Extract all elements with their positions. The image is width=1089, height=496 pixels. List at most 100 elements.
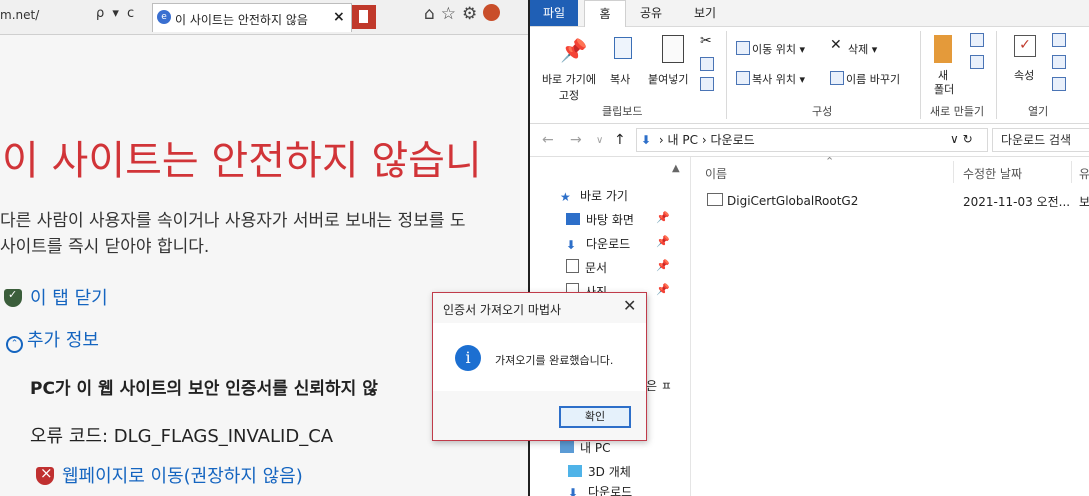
new-tab-button[interactable]: [352, 5, 376, 29]
organize-group-label: 구성: [812, 105, 833, 118]
nav-label: 다운로드: [586, 237, 631, 251]
delete-button[interactable]: 삭제 ▾: [848, 41, 877, 57]
up-arrow-icon[interactable]: ↑: [614, 132, 626, 148]
forward-arrow-icon[interactable]: →: [570, 132, 582, 148]
paste-shortcut-icon[interactable]: [700, 77, 714, 91]
downloads-icon: ⬇: [566, 238, 577, 252]
new-folder-label-2[interactable]: 폴더: [934, 81, 954, 97]
history-icon[interactable]: [1052, 77, 1066, 91]
ie-toolbar: m.net/ ρ ▾ c e 이 사이트는 안전하지 않음 × ⌂ ☆ ⚙: [0, 0, 528, 35]
nav-item-downloads[interactable]: ⬇ 다운로드: [566, 235, 630, 252]
back-arrow-icon[interactable]: ←: [542, 132, 554, 148]
tab-file[interactable]: 파일: [530, 0, 578, 26]
pin-icon: 📌: [560, 39, 588, 64]
address-bar: ← → ∨ ↑ ⬇ › 내 PC › 다운로드 ∨ ↻ 다운로드 검색: [530, 124, 1089, 157]
dialog-body: i 가져오기를 완료했습니다.: [433, 323, 646, 391]
close-tab-link[interactable]: 이 탭 닫기: [4, 284, 108, 310]
copy-path-icon[interactable]: [700, 57, 714, 71]
rename-button[interactable]: 이름 바꾸기: [846, 71, 900, 87]
column-name[interactable]: 이름: [705, 165, 727, 182]
star-icon[interactable]: ☆: [441, 4, 456, 24]
go-to-webpage-link[interactable]: 웹페이지로 이동(권장하지 않음): [36, 462, 303, 488]
more-info-link[interactable]: ⌃ 추가 정보: [6, 326, 99, 353]
pin-icon: 📌: [656, 259, 670, 272]
file-type: 보: [1079, 195, 1089, 209]
recent-dropdown-icon[interactable]: ∨: [596, 135, 603, 146]
file-list: ⌃ 이름 수정한 날짜 유 DigiCertGlobalRootG2 2021-…: [691, 155, 1089, 496]
copy-button[interactable]: 복사: [610, 71, 630, 87]
search-box[interactable]: 다운로드 검색: [992, 128, 1089, 152]
refresh-icon[interactable]: ∨ ↻: [950, 132, 973, 146]
tab-share[interactable]: 공유: [640, 4, 662, 21]
ok-button[interactable]: 확인: [559, 406, 631, 428]
nav-item-3d-objects[interactable]: 3D 개체: [568, 463, 631, 480]
dialog-message: 가져오기를 완료했습니다.: [495, 354, 614, 367]
copy-to-button[interactable]: 복사 위치 ▾: [752, 71, 805, 87]
info-icon: i: [455, 345, 481, 371]
nav-item-documents[interactable]: 문서: [566, 259, 607, 276]
new-item-icon[interactable]: [970, 33, 984, 47]
nav-item-downloads-2[interactable]: ⬇ 다운로드: [568, 483, 632, 496]
column-type[interactable]: 유: [1079, 165, 1089, 182]
pin-quick-access-button[interactable]: 바로 가기에 고정: [536, 71, 602, 103]
easy-access-icon[interactable]: [970, 55, 984, 69]
certificate-icon: [707, 193, 723, 206]
nav-label: 3D 개체: [588, 465, 631, 479]
tab-view[interactable]: 보기: [694, 4, 716, 21]
expand-circle-icon: ⌃: [6, 336, 23, 353]
browser-tab[interactable]: e 이 사이트는 안전하지 않음 ×: [152, 3, 352, 32]
edit-icon[interactable]: [1052, 55, 1066, 69]
ribbon: 📌 바로 가기에 고정 복사 붙여넣기 ✂ 클립보드 이동 위치 ▾ 복사 위치…: [530, 27, 1089, 124]
file-row[interactable]: DigiCertGlobalRootG2: [707, 193, 858, 208]
file-name: DigiCertGlobalRootG2: [727, 194, 859, 208]
scroll-up-icon[interactable]: ▲: [672, 163, 680, 174]
nav-item-quick-access[interactable]: ★ 바로 가기: [560, 187, 628, 204]
ribbon-tabs: 파일 홈 공유 보기: [530, 0, 1089, 27]
path-separator: ›: [658, 133, 664, 147]
nav-item-partial[interactable]: 은 ㅍ: [646, 377, 672, 394]
move-to-icon: [736, 41, 750, 55]
paste-button[interactable]: 붙여넣기: [648, 71, 688, 87]
error-code: 오류 코드: DLG_FLAGS_INVALID_CA: [30, 426, 334, 447]
computer-icon: [560, 441, 574, 453]
properties-button[interactable]: 속성: [1014, 67, 1034, 83]
shield-x-icon: [36, 464, 54, 485]
cube-icon: [568, 465, 582, 477]
certificate-warning: PC가 이 웹 사이트의 보안 인증서를 신뢰하지 않: [30, 379, 378, 399]
nav-item-desktop[interactable]: 바탕 화면: [566, 211, 634, 228]
documents-icon: [566, 259, 579, 273]
ie-favicon-icon: e: [157, 10, 171, 24]
nav-item-this-pc[interactable]: 내 PC: [560, 439, 610, 456]
warning-description: 다른 사람이 사용자를 속이거나 사용자가 서버로 보내는 정보를 도 사이트를…: [0, 208, 528, 260]
nav-label: 바탕 화면: [586, 213, 634, 227]
copy-to-icon: [736, 71, 750, 85]
tab-home[interactable]: 홈: [584, 0, 626, 27]
breadcrumb-this-pc[interactable]: 내 PC: [668, 133, 698, 147]
column-separator: [1071, 161, 1072, 183]
dialog-title: 인증서 가져오기 마법사: [443, 303, 562, 317]
new-folder-icon: [934, 35, 952, 63]
address-controls[interactable]: ρ ▾ c: [96, 6, 136, 21]
move-to-button[interactable]: 이동 위치 ▾: [752, 41, 805, 57]
tab-title: 이 사이트는 안전하지 않음: [175, 13, 308, 27]
breadcrumb-downloads[interactable]: 다운로드: [710, 133, 754, 147]
cut-icon[interactable]: ✂: [700, 33, 712, 49]
nav-label: 내 PC: [580, 441, 611, 455]
tab-close-button[interactable]: ×: [333, 9, 345, 25]
home-icon[interactable]: ⌂: [424, 4, 435, 24]
close-icon[interactable]: ✕: [623, 296, 636, 315]
gear-icon[interactable]: ⚙: [462, 4, 477, 24]
warning-line-2: 사이트를 즉시 닫아야 합니다.: [0, 237, 210, 257]
pin-icon: 📌: [656, 211, 670, 224]
close-tab-label: 이 탭 닫기: [30, 288, 108, 309]
star-icon: ★: [560, 190, 571, 204]
smiley-icon[interactable]: [483, 4, 501, 21]
pin-icon: 📌: [656, 283, 670, 296]
ie-tool-icons: ⌂ ☆ ⚙: [424, 4, 506, 24]
downloads-folder-icon: ⬇: [641, 133, 652, 147]
rename-icon: [830, 71, 844, 85]
open-icon[interactable]: [1052, 33, 1066, 47]
address-url[interactable]: m.net/: [0, 8, 39, 22]
address-box[interactable]: ⬇ › 내 PC › 다운로드: [636, 128, 988, 152]
column-date-modified[interactable]: 수정한 날짜: [963, 165, 1022, 182]
